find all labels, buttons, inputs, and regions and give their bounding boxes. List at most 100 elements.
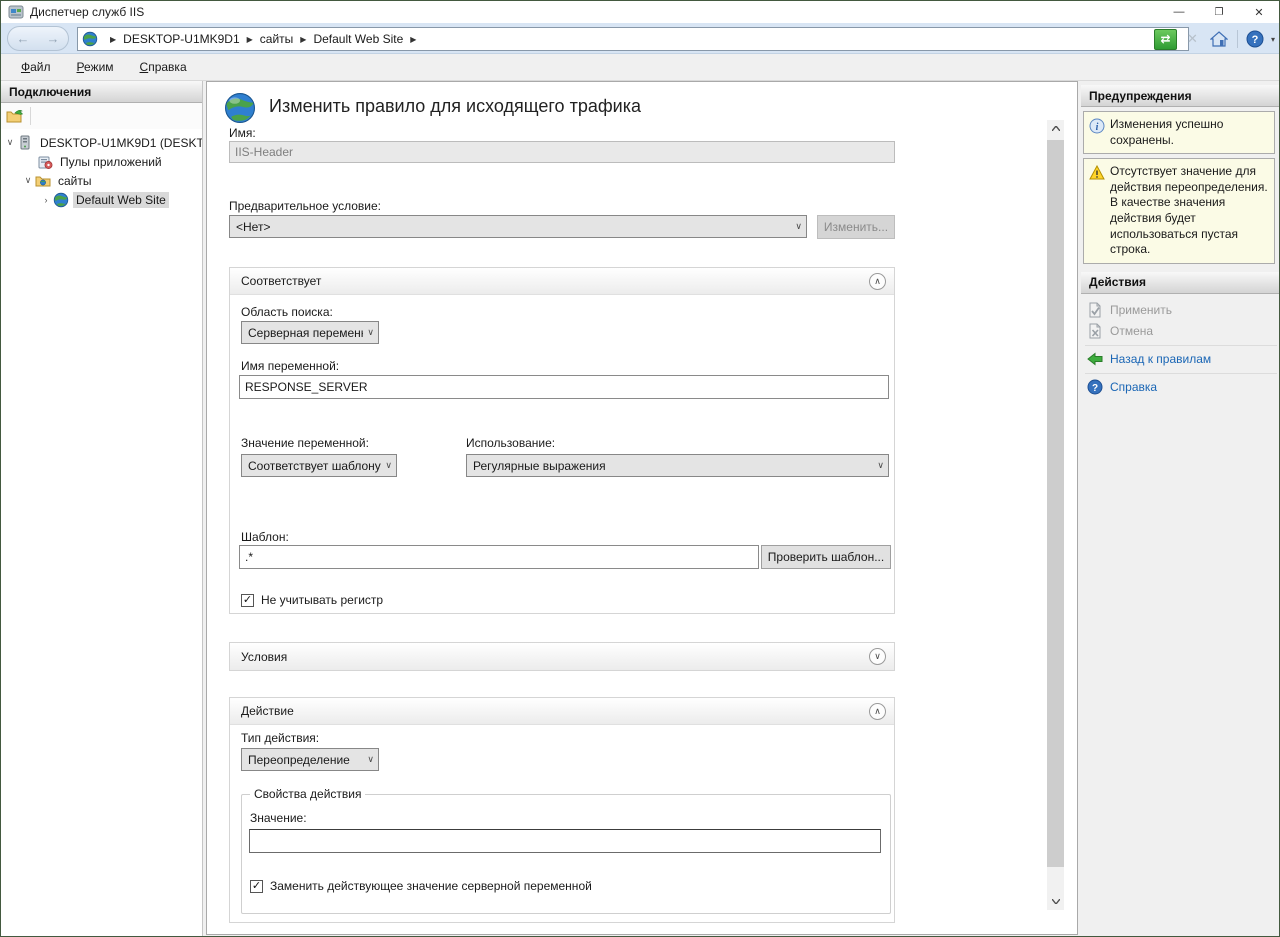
- value-input[interactable]: [249, 829, 881, 853]
- sites-folder-icon: [35, 173, 51, 189]
- home-icon[interactable]: [1208, 29, 1231, 50]
- tree-item-sites[interactable]: ∨ сайты: [1, 171, 202, 190]
- cancel-icon: [1087, 323, 1103, 339]
- back-to-rules-label: Назад к правилам: [1110, 352, 1211, 366]
- action-properties-legend: Свойства действия: [250, 787, 365, 801]
- stop-icon[interactable]: ✕: [1181, 29, 1204, 50]
- using-value: Регулярные выражения: [473, 459, 873, 473]
- collapse-section-icon[interactable]: ∧: [869, 703, 886, 720]
- apply-label: Применить: [1110, 303, 1172, 317]
- tree-item-label: сайты: [55, 173, 95, 189]
- pattern-label: Шаблон:: [241, 530, 289, 544]
- breadcrumb[interactable]: ▶ DESKTOP-U1MK9D1 ▶ сайты ▶ Default Web …: [77, 27, 1189, 51]
- replace-existing-checkbox[interactable]: ✓: [250, 880, 263, 893]
- action-type-label: Тип действия:: [241, 731, 319, 745]
- scope-label: Область поиска:: [241, 305, 333, 319]
- variable-value-label: Значение переменной:: [241, 436, 369, 450]
- minimize-button[interactable]: —: [1159, 1, 1199, 23]
- svg-text:i: i: [1096, 122, 1099, 133]
- scroll-up-icon[interactable]: [1047, 120, 1064, 137]
- variable-name-input[interactable]: [239, 375, 889, 399]
- refresh-icon[interactable]: ⇄: [1154, 29, 1177, 50]
- back-to-rules-action[interactable]: Назад к правилам: [1081, 349, 1280, 370]
- expand-section-icon[interactable]: ∨: [869, 648, 886, 665]
- chevron-down-icon: ∨: [367, 327, 374, 338]
- menu-view[interactable]: Режим: [71, 58, 120, 76]
- precondition-select[interactable]: <Нет> ∨: [229, 215, 807, 238]
- address-bar: ← → ▶ DESKTOP-U1MK9D1 ▶ сайты ▶ Default …: [1, 23, 1279, 54]
- expand-icon[interactable]: ›: [41, 195, 51, 205]
- alerts-header: Предупреждения: [1081, 85, 1280, 107]
- crumb-server[interactable]: DESKTOP-U1MK9D1: [123, 32, 239, 46]
- action-properties-group: Свойства действия Значение: ✓ Заменить д…: [241, 794, 891, 914]
- help-circle-icon: ?: [1087, 379, 1103, 395]
- help-action[interactable]: ? Справка: [1081, 377, 1280, 398]
- using-select[interactable]: Регулярные выражения ∨: [466, 454, 889, 477]
- back-arrow-icon: [1087, 351, 1103, 367]
- restore-button[interactable]: ❐: [1199, 1, 1239, 23]
- toolbar-separator: [30, 107, 31, 125]
- test-pattern-button[interactable]: Проверить шаблон...: [761, 545, 891, 569]
- info-alert-text: Изменения успешно сохранены.: [1110, 117, 1269, 148]
- close-button[interactable]: ✕: [1239, 1, 1279, 23]
- svg-text:?: ?: [1252, 34, 1259, 46]
- feature-page: Изменить правило для исходящего трафика …: [206, 81, 1078, 935]
- variable-value-select[interactable]: Соответствует шаблону ∨: [241, 454, 397, 477]
- action-type-value: Переопределение: [248, 753, 363, 767]
- help-icon[interactable]: ?: [1244, 29, 1267, 50]
- scope-select[interactable]: Серверная переменн ∨: [241, 321, 379, 344]
- tree-item-label: DESKTOP-U1MK9D1 (DESKTOP: [37, 135, 202, 151]
- apply-action: Применить: [1081, 300, 1280, 321]
- tree-item-app-pools[interactable]: Пулы приложений: [1, 152, 202, 171]
- help-label: Справка: [1110, 380, 1157, 394]
- chevron-down-icon: ∨: [877, 460, 884, 471]
- collapse-section-icon[interactable]: ∧: [869, 273, 886, 290]
- precondition-label: Предварительное условие:: [229, 199, 381, 213]
- help-dropdown-icon[interactable]: ▾: [1271, 35, 1275, 44]
- page-title: Изменить правило для исходящего трафика: [269, 96, 641, 117]
- right-panel: Предупреждения i Изменения успешно сохра…: [1081, 81, 1280, 936]
- info-icon: i: [1089, 118, 1105, 134]
- warning-icon: [1089, 165, 1105, 181]
- tree-item-server[interactable]: ∨ DESKTOP-U1MK9D1 (DESKTOP: [1, 133, 202, 152]
- action-section-header[interactable]: Действие ∧: [230, 698, 894, 725]
- app-pools-icon: [37, 154, 53, 170]
- apply-icon: [1087, 302, 1103, 318]
- name-input: [229, 141, 895, 163]
- tree-item-default-web-site[interactable]: › Default Web Site: [1, 190, 202, 209]
- vertical-scrollbar[interactable]: [1047, 120, 1064, 910]
- name-label: Имя:: [229, 126, 256, 140]
- window-title: Диспетчер служб IIS: [30, 5, 144, 19]
- menu-help[interactable]: Справка: [134, 58, 193, 76]
- match-section-header[interactable]: Соответствует ∧: [230, 268, 894, 295]
- scrollbar-thumb[interactable]: [1047, 140, 1064, 867]
- tree-item-label: Пулы приложений: [57, 154, 165, 170]
- tree-item-label: Default Web Site: [73, 192, 169, 208]
- replace-existing-label: Заменить действующее значение серверной …: [270, 879, 592, 893]
- action-section-title: Действие: [241, 704, 869, 718]
- iis-manager-window: Диспетчер служб IIS — ❐ ✕ ← → ▶ DESKTOP-…: [0, 0, 1280, 937]
- crumb-default-web-site[interactable]: Default Web Site: [313, 32, 403, 46]
- action-type-select[interactable]: Переопределение ∨: [241, 748, 379, 771]
- chevron-down-icon: ∨: [367, 754, 374, 765]
- variable-name-label: Имя переменной:: [241, 359, 339, 373]
- crumb-sites[interactable]: сайты: [260, 32, 294, 46]
- collapse-icon[interactable]: ∨: [5, 137, 15, 148]
- new-connection-folder-icon[interactable]: [6, 108, 24, 124]
- ignore-case-checkbox[interactable]: ✓: [241, 594, 254, 607]
- toolbar-separator: [1237, 30, 1238, 48]
- chevron-down-icon: ∨: [385, 460, 392, 471]
- conditions-section-header[interactable]: Условия ∨: [230, 643, 894, 670]
- connections-toolbar: [1, 103, 202, 129]
- crumb-separator-icon: ▶: [110, 35, 116, 44]
- pattern-input[interactable]: [239, 545, 759, 569]
- menu-file[interactable]: Файл: [15, 58, 57, 76]
- actions-separator: [1085, 345, 1277, 346]
- edit-precondition-button: Изменить...: [817, 215, 895, 239]
- forward-icon[interactable]: →: [47, 31, 60, 46]
- back-icon[interactable]: ←: [17, 31, 30, 46]
- connections-header: Подключения: [1, 81, 202, 103]
- scroll-down-icon[interactable]: [1047, 893, 1064, 910]
- collapse-icon[interactable]: ∨: [23, 175, 33, 186]
- iis-app-icon: [8, 4, 24, 20]
